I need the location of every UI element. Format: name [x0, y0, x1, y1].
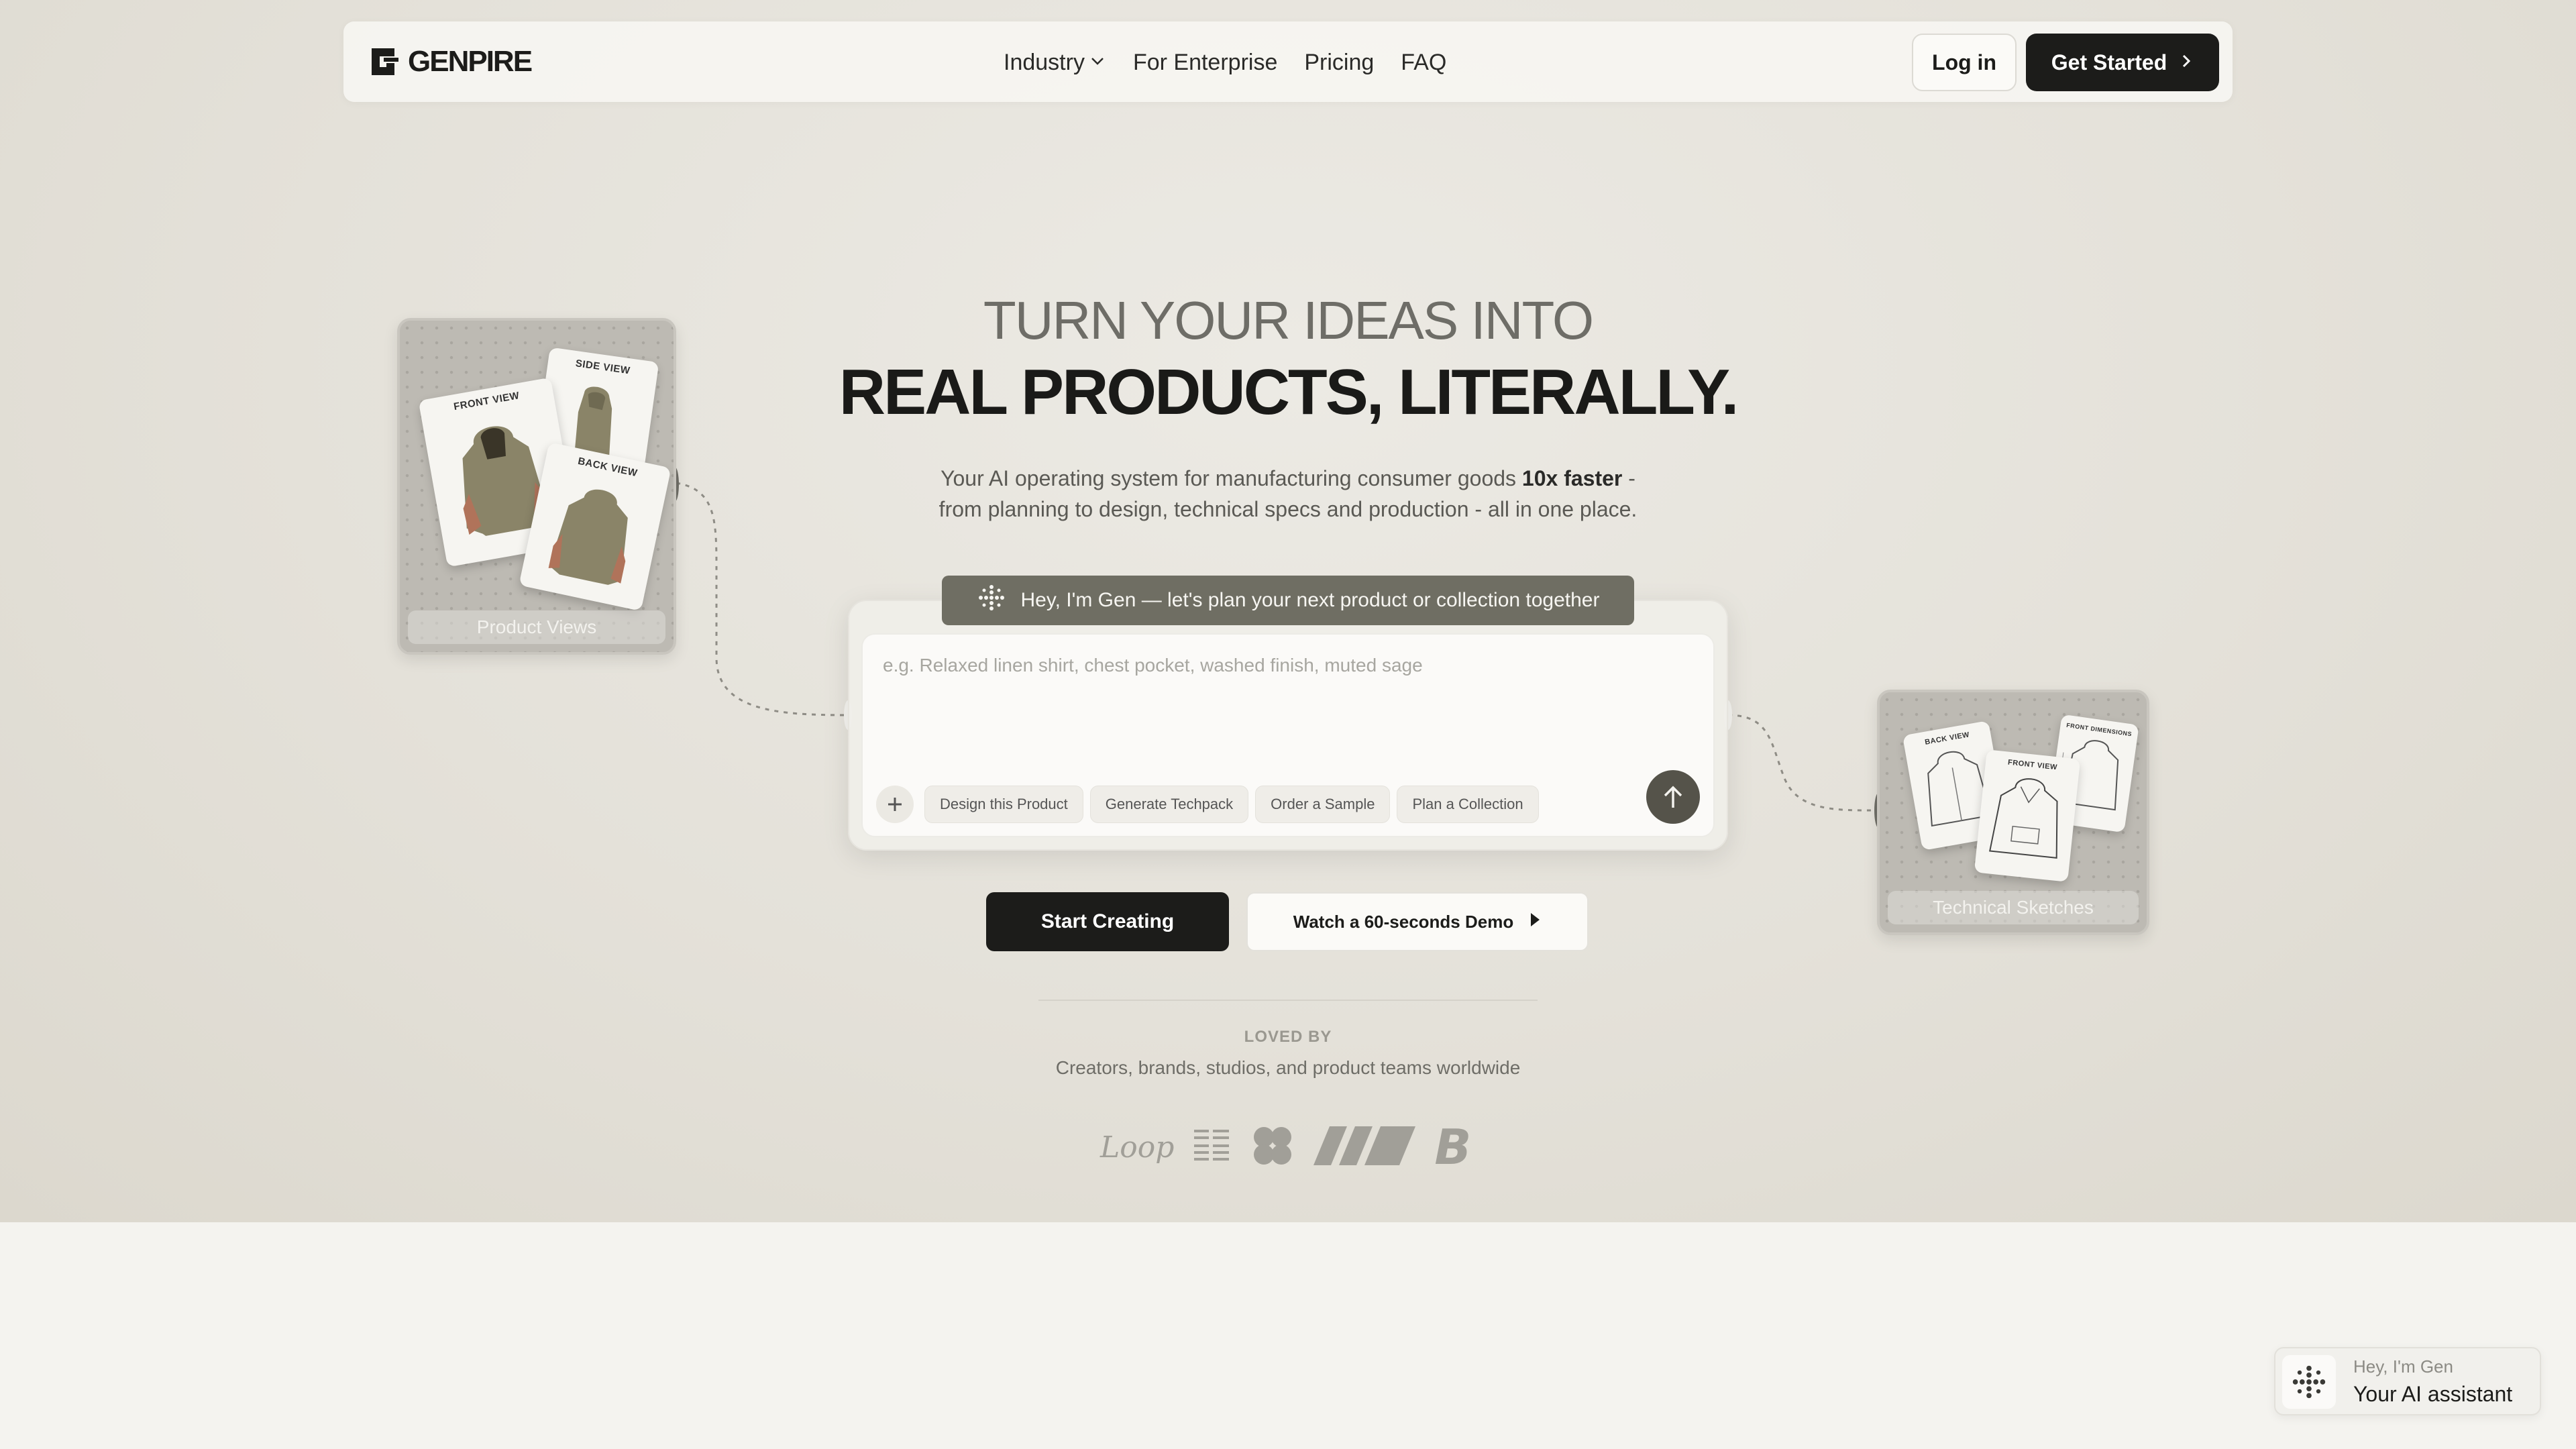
b-logo: B [1434, 1119, 1472, 1175]
chip-generate-techpack[interactable]: Generate Techpack [1089, 786, 1249, 823]
prompt-placeholder: e.g. Relaxed linen shirt, chest pocket, … [883, 655, 1423, 676]
stripes-logo-icon [1313, 1124, 1416, 1171]
gen-banner: Hey, I'm Gen — let's plan your next prod… [942, 576, 1634, 625]
start-creating-button[interactable]: Start Creating [986, 892, 1229, 951]
loop-logo: Loop [1100, 1130, 1175, 1165]
loved-by-subtitle: Creators, brands, studios, and product t… [1055, 1057, 1521, 1078]
watch-demo-label: Watch a 60-seconds Demo [1293, 911, 1514, 932]
product-views-card[interactable]: SIDE VIEW FRONT VIEW BACK VIEW Product V… [397, 318, 676, 655]
grid-logo-icon [1193, 1127, 1232, 1168]
gen-banner-text: Hey, I'm Gen — let's plan your next prod… [1020, 589, 1600, 611]
chat-title: Your AI assistant [2353, 1382, 2513, 1406]
chat-greeting: Hey, I'm Gen [2353, 1356, 2453, 1377]
chip-design-product[interactable]: Design this Product [924, 786, 1083, 823]
chat-widget[interactable]: Hey, I'm Gen Your AI assistant [2274, 1347, 2541, 1415]
prompt-chips: Design this Product Generate Techpack Or… [876, 784, 1539, 825]
sketch-front-view: FRONT VIEW [1974, 749, 2081, 882]
sketch-front-icon [1989, 778, 2058, 859]
add-attachment-button[interactable] [876, 786, 914, 823]
clover-logo-icon [1250, 1124, 1295, 1171]
divider [1038, 1000, 1538, 1001]
send-button[interactable] [1646, 770, 1700, 824]
gen-sparkle-icon [977, 583, 1006, 618]
technical-sketches-label: Technical Sketches [1888, 891, 2139, 924]
arrow-up-icon [1664, 786, 1682, 808]
plus-icon [888, 798, 902, 811]
product-views-label: Product Views [408, 610, 665, 644]
gen-assistant-icon [2282, 1355, 2336, 1409]
chip-plan-collection[interactable]: Plan a Collection [1397, 786, 1539, 823]
chip-order-sample[interactable]: Order a Sample [1255, 786, 1391, 823]
watch-demo-button[interactable]: Watch a 60-seconds Demo [1246, 892, 1589, 951]
play-icon [1528, 911, 1542, 933]
technical-sketches-card[interactable]: BACK VIEW FRONT DIMENSIONS FRONT VIEW Te… [1877, 690, 2149, 935]
customer-logos: Loop B [1100, 1119, 1476, 1175]
loved-by-title: LOVED BY [1244, 1028, 1332, 1046]
